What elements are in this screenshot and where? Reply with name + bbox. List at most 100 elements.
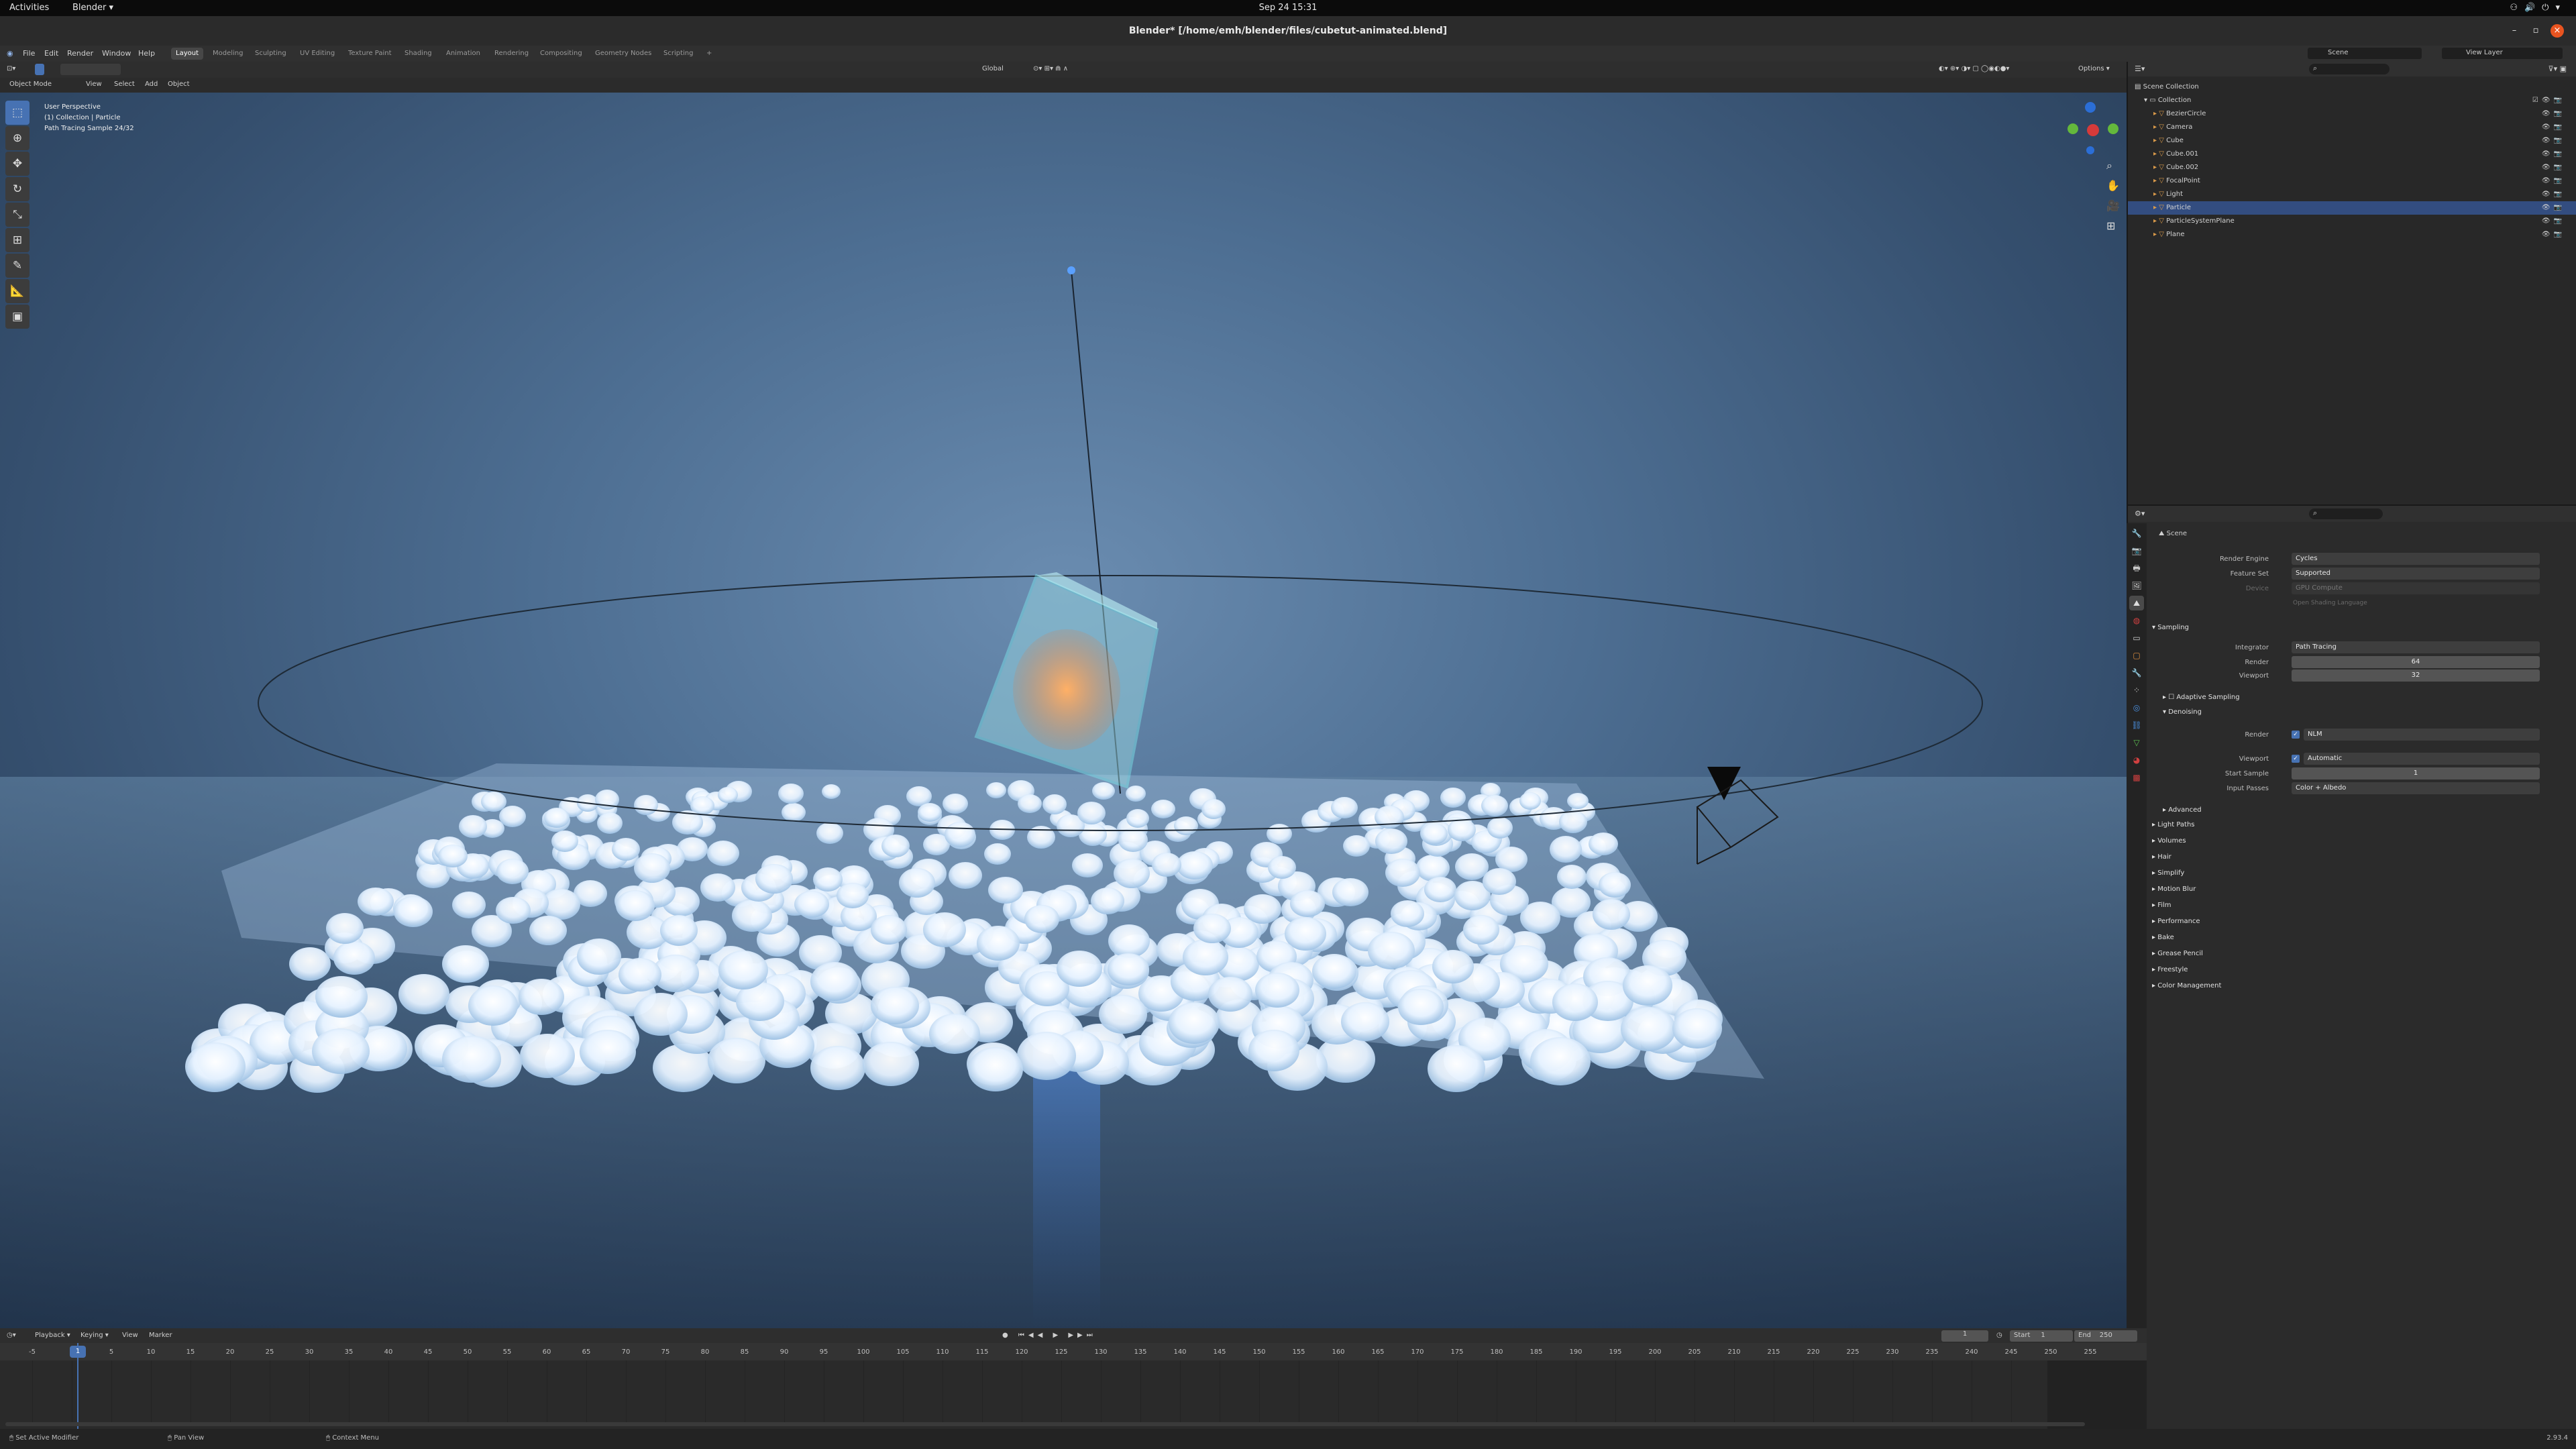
timeline-view-menu[interactable]: View bbox=[122, 1332, 138, 1339]
keying-menu[interactable]: Keying ▾ bbox=[80, 1332, 109, 1339]
cursor-tool-icon[interactable]: ⊕ bbox=[5, 126, 30, 150]
3d-viewport[interactable] bbox=[0, 93, 2127, 1328]
transform-tool-icon[interactable]: ⊞ bbox=[5, 228, 30, 252]
scene-selector[interactable]: Scene bbox=[2308, 48, 2422, 59]
device-dropdown[interactable]: GPU Compute bbox=[2292, 582, 2540, 594]
menu-add[interactable]: Add bbox=[145, 80, 158, 88]
properties-search[interactable]: ⌕ bbox=[2309, 508, 2383, 519]
denoise-render-dropdown[interactable]: NLM bbox=[2304, 729, 2540, 741]
object-tab-icon[interactable]: ▢ bbox=[2129, 648, 2144, 663]
rotate-tool-icon[interactable]: ↻ bbox=[5, 177, 30, 201]
maximize-button[interactable]: ▫ bbox=[2529, 24, 2542, 38]
constraints-tab-icon[interactable]: ⛓ bbox=[2129, 718, 2144, 733]
tab-layout[interactable]: Layout bbox=[171, 48, 203, 60]
outliner-collection[interactable]: ▾ ▭ Collection ☑👁📷 bbox=[2128, 94, 2576, 107]
viewport-display-icons[interactable]: ◐▾ ⊕▾ ◑▾ ▢ ◯◉◐●▾ bbox=[1939, 65, 2009, 72]
playback-controls[interactable]: ● ⏮◀◀ ▶ ▶▶⏭ bbox=[1002, 1332, 1097, 1339]
particles-tab-icon[interactable]: ⁘ bbox=[2129, 683, 2144, 698]
tool-tab-icon[interactable]: 🔧 bbox=[2129, 526, 2144, 541]
visibility-icons[interactable]: 👁📷 bbox=[2542, 174, 2565, 188]
tab-sculpting[interactable]: Sculpting bbox=[250, 48, 291, 60]
denoise-render-checkbox[interactable]: ✓ bbox=[2292, 730, 2300, 739]
menu-select[interactable]: Select bbox=[114, 80, 135, 88]
tab-texture-paint[interactable]: Texture Paint bbox=[343, 48, 396, 60]
integrator-dropdown[interactable]: Path Tracing bbox=[2292, 641, 2540, 653]
current-frame-field[interactable]: 1 bbox=[1941, 1330, 1988, 1342]
end-frame-field[interactable]: End 250 bbox=[2074, 1330, 2137, 1342]
menu-help[interactable]: Help bbox=[138, 49, 155, 58]
add-workspace-button[interactable]: + bbox=[702, 48, 716, 60]
modifier-tab-icon[interactable]: 🔧 bbox=[2129, 665, 2144, 680]
input-passes-dropdown[interactable]: Color + Albedo bbox=[2292, 782, 2540, 794]
texture-tab-icon[interactable]: ▩ bbox=[2129, 770, 2144, 785]
visibility-icons[interactable]: 👁📷 bbox=[2542, 201, 2565, 215]
adaptive-sampling-header[interactable]: ▸ ☐ Adaptive Sampling bbox=[2163, 694, 2240, 701]
marker-menu[interactable]: Marker bbox=[149, 1332, 172, 1339]
select-mode-buttons[interactable] bbox=[60, 64, 121, 75]
collapsed-panel-header[interactable]: ▸ Volumes bbox=[2152, 837, 2186, 845]
menu-render[interactable]: Render bbox=[67, 49, 93, 58]
close-button[interactable]: × bbox=[2551, 24, 2564, 38]
outliner-item[interactable]: ▸ ▽ BezierCircle 👁📷 bbox=[2128, 107, 2576, 121]
scale-tool-icon[interactable]: ⤡ bbox=[5, 203, 30, 227]
menu-object[interactable]: Object bbox=[168, 80, 190, 88]
filter-icon[interactable]: ⊽▾ ▣ bbox=[2548, 64, 2567, 73]
outliner-item[interactable]: ▸ ▽ Light 👁📷 bbox=[2128, 188, 2576, 201]
collapsed-panel-header[interactable]: ▸ Bake bbox=[2152, 934, 2174, 941]
render-engine-dropdown[interactable]: Cycles bbox=[2292, 553, 2540, 565]
menu-view[interactable]: View bbox=[86, 80, 102, 88]
sampling-panel-header[interactable]: ▾ Sampling bbox=[2152, 624, 2189, 631]
outliner-item[interactable]: ▸ ▽ Particle 👁📷 bbox=[2128, 201, 2576, 215]
tab-geometry-nodes[interactable]: Geometry Nodes bbox=[590, 48, 656, 60]
denoise-viewport-checkbox[interactable]: ✓ bbox=[2292, 754, 2300, 763]
options-dropdown[interactable]: Options ▾ bbox=[2078, 65, 2110, 72]
minimize-button[interactable]: – bbox=[2508, 24, 2521, 38]
physics-tab-icon[interactable]: ◎ bbox=[2129, 700, 2144, 715]
collapsed-panel-header[interactable]: ▸ Light Paths bbox=[2152, 821, 2195, 828]
view-layer-tab-icon[interactable]: 🖼 bbox=[2129, 578, 2144, 593]
measure-tool-icon[interactable]: 📐 bbox=[5, 279, 30, 303]
menu-file[interactable]: File bbox=[23, 49, 35, 58]
render-samples-field[interactable]: 64 bbox=[2292, 656, 2540, 668]
activities-button[interactable]: Activities bbox=[9, 3, 49, 13]
outliner-item[interactable]: ▸ ▽ FocalPoint 👁📷 bbox=[2128, 174, 2576, 188]
navigation-gizmo[interactable]: ⌕ ✋ 🎥 ⊞ bbox=[2053, 99, 2120, 260]
properties-editor-icon[interactable]: ⚙▾ bbox=[2135, 509, 2145, 518]
outliner-item[interactable]: ▸ ▽ Cube.001 👁📷 bbox=[2128, 148, 2576, 161]
menu-edit[interactable]: Edit bbox=[44, 49, 58, 58]
app-menu[interactable]: Blender ▾ bbox=[72, 3, 113, 13]
denoising-header[interactable]: ▾ Denoising bbox=[2163, 708, 2202, 716]
outliner-search[interactable]: ⌕ bbox=[2309, 64, 2390, 74]
menu-window[interactable]: Window bbox=[102, 49, 131, 58]
tab-scripting[interactable]: Scripting bbox=[659, 48, 698, 60]
visibility-icons[interactable]: ☑👁📷 bbox=[2532, 94, 2565, 107]
visibility-icons[interactable]: 👁📷 bbox=[2542, 215, 2565, 228]
pivot-snap-icons[interactable]: ⊙▾ ⊞▾ ⋒ ∧ bbox=[1033, 65, 1068, 72]
collapsed-panel-header[interactable]: ▸ Performance bbox=[2152, 918, 2200, 925]
render-tab-icon[interactable]: 📷 bbox=[2129, 543, 2144, 558]
object-mode-dropdown[interactable]: Object Mode bbox=[9, 80, 52, 88]
collapsed-panel-header[interactable]: ▸ Freestyle bbox=[2152, 966, 2188, 973]
tab-modeling[interactable]: Modeling bbox=[208, 48, 248, 60]
outliner-item[interactable]: ▸ ▽ Camera 👁📷 bbox=[2128, 121, 2576, 134]
timeline-scrollbar[interactable] bbox=[5, 1422, 2085, 1426]
visibility-icons[interactable]: 👁📷 bbox=[2542, 121, 2565, 134]
transform-orientation[interactable]: Global bbox=[982, 65, 1004, 72]
collection-tab-icon[interactable]: ▭ bbox=[2129, 631, 2144, 645]
outliner-item[interactable]: ▸ ▽ Plane 👁📷 bbox=[2128, 228, 2576, 241]
preview-range-icon[interactable]: ◷ bbox=[1996, 1332, 2002, 1339]
tab-animation[interactable]: Animation bbox=[441, 48, 485, 60]
add-cube-tool-icon[interactable]: ▣ bbox=[5, 305, 30, 329]
tab-uv-editing[interactable]: UV Editing bbox=[295, 48, 339, 60]
timeline-area[interactable]: -505101520253035404550556065707580859095… bbox=[0, 1343, 2147, 1429]
tab-shading[interactable]: Shading bbox=[400, 48, 437, 60]
system-tray[interactable]: ⚇🔊⏻▾ bbox=[2510, 3, 2567, 13]
outliner-item[interactable]: ▸ ▽ Cube.002 👁📷 bbox=[2128, 161, 2576, 174]
timeline-editor-icon[interactable]: ◷▾ bbox=[7, 1332, 16, 1339]
visibility-icons[interactable]: 👁📷 bbox=[2542, 148, 2565, 161]
outliner-scene-collection[interactable]: ▤ Scene Collection bbox=[2128, 80, 2576, 94]
editor-type-icon[interactable]: ⊡▾ bbox=[7, 65, 15, 72]
collapsed-panel-header[interactable]: ▸ Color Management bbox=[2152, 982, 2221, 989]
view-layer-selector[interactable]: View Layer bbox=[2442, 48, 2563, 59]
outliner-editor-icon[interactable]: ☰▾ bbox=[2135, 64, 2145, 73]
